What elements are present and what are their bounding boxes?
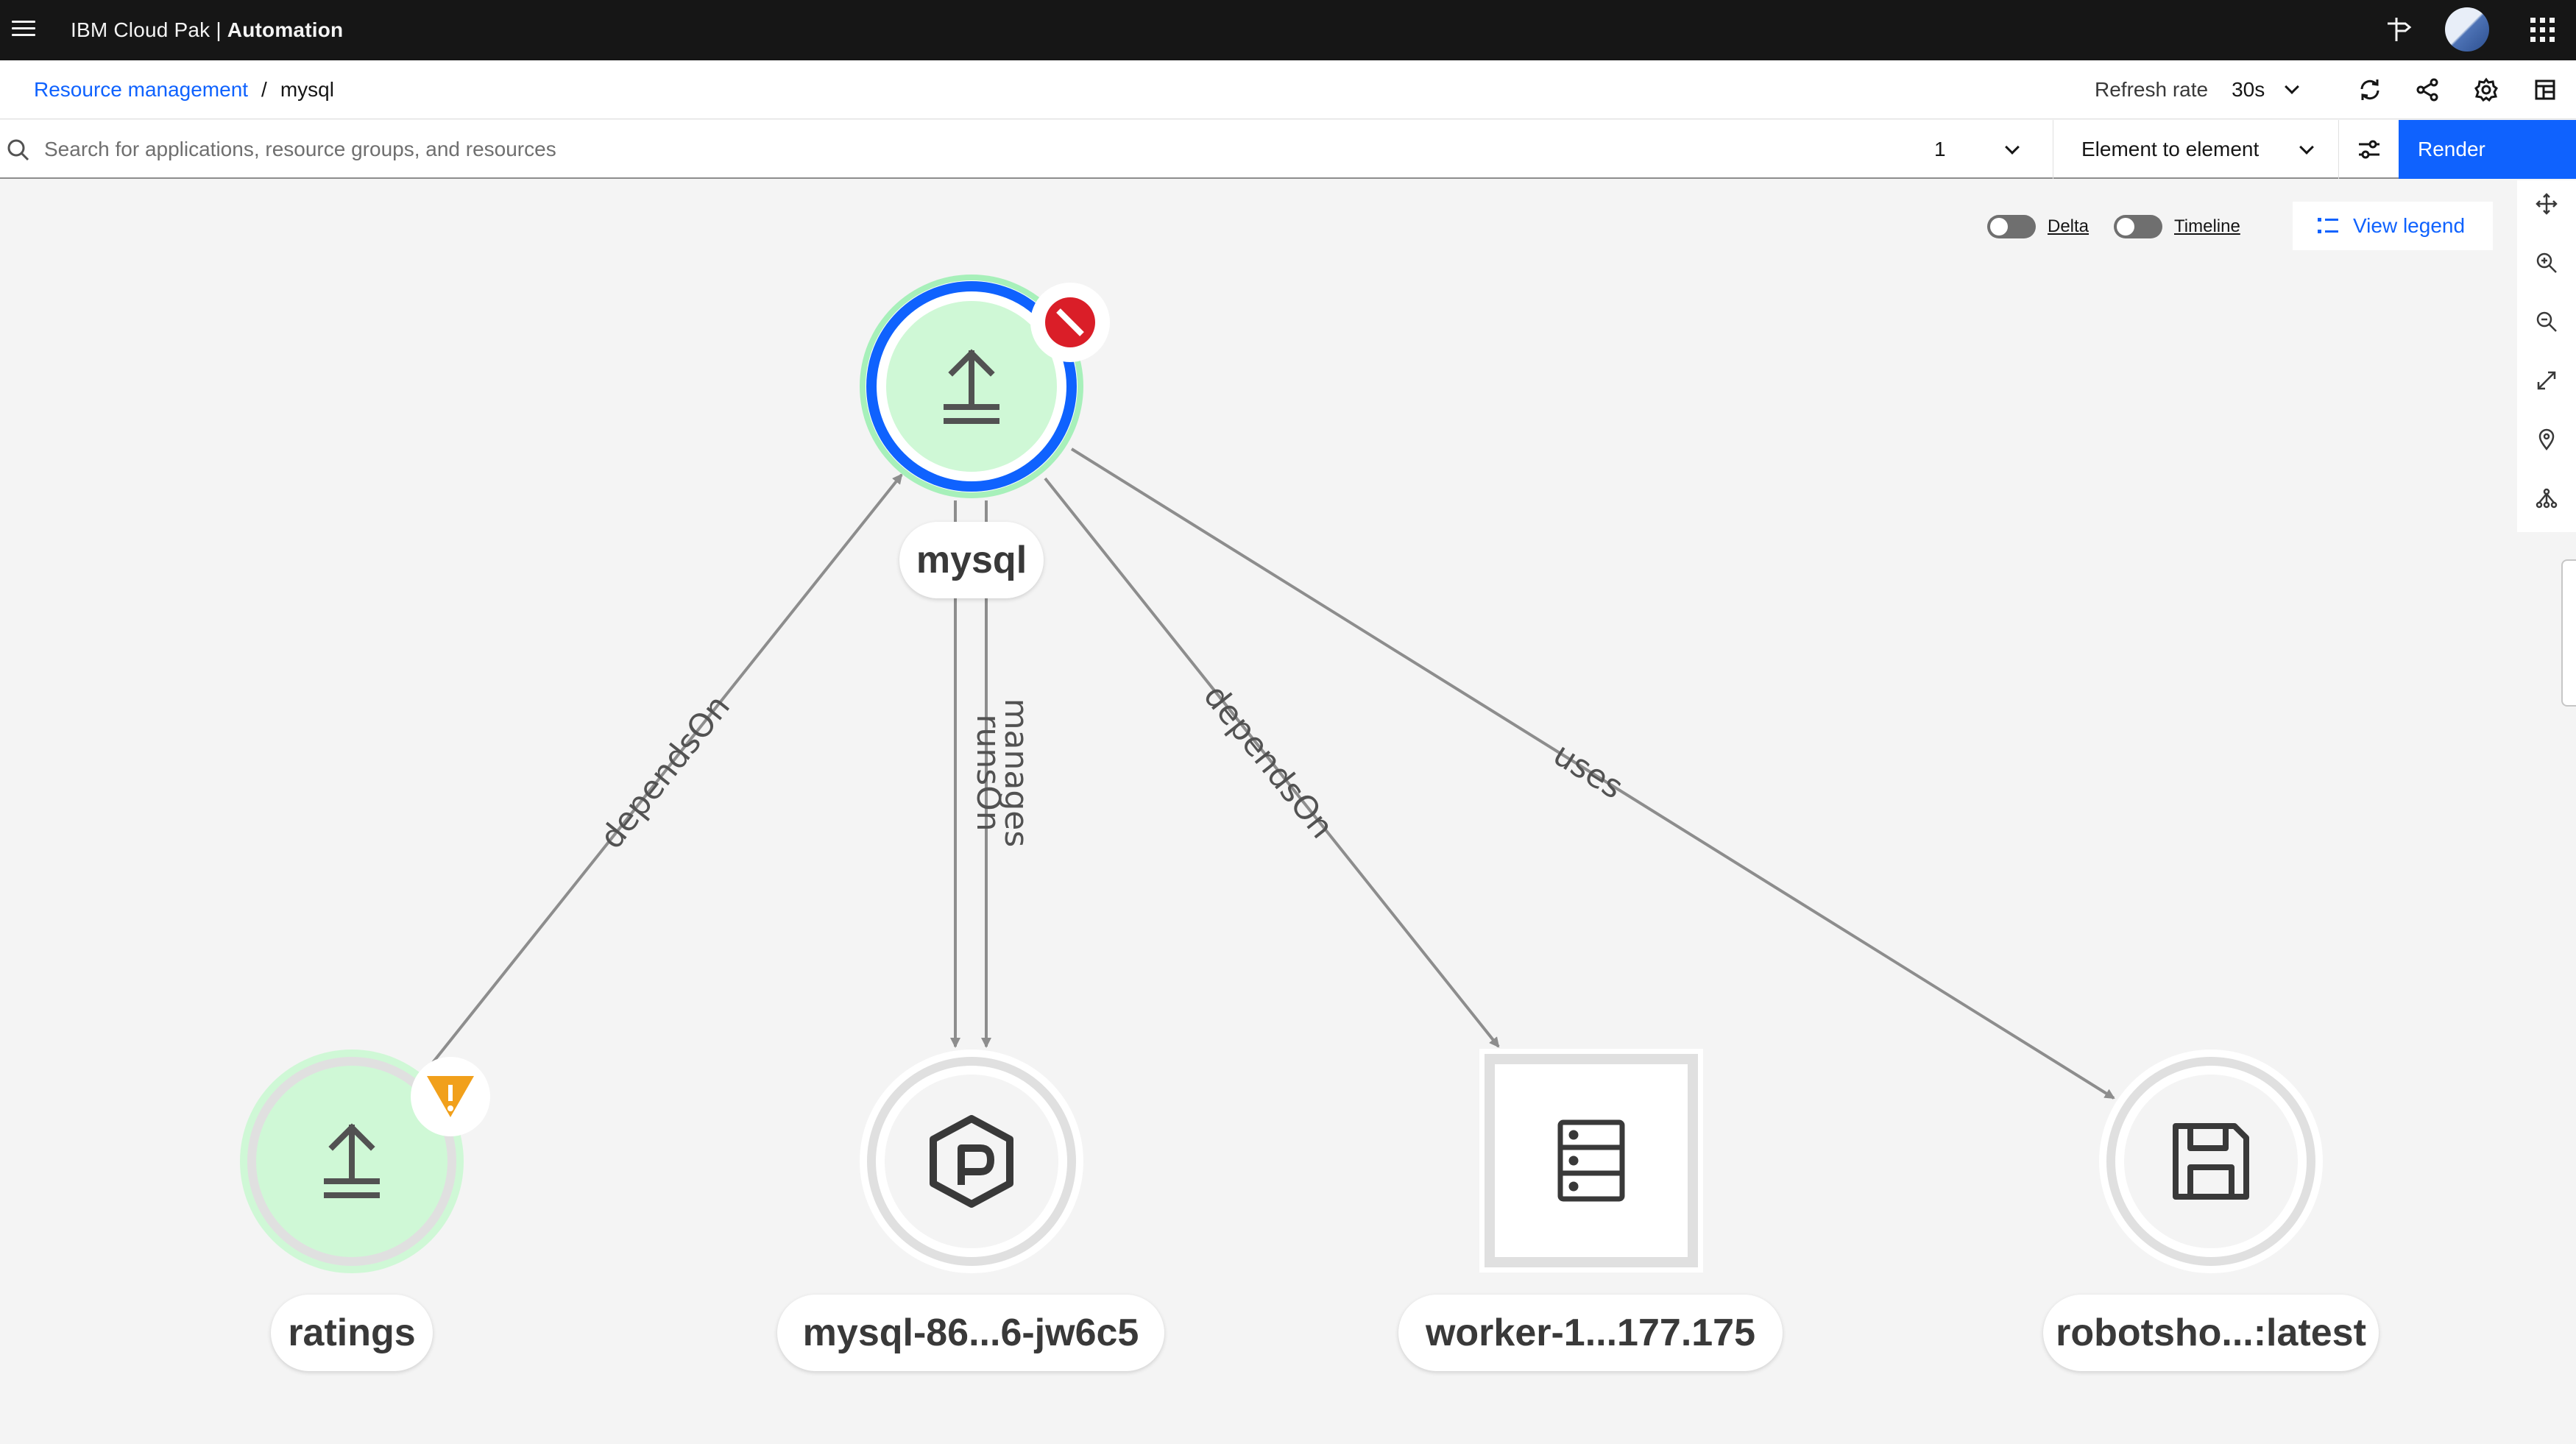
brand-product: Automation	[227, 18, 344, 41]
topology-canvas[interactable]: dependsOn runsOn manages dependsOn uses	[0, 180, 2576, 1444]
node-label-pod[interactable]: mysql-86...6-jw6c5	[777, 1295, 1164, 1371]
side-panel-handle[interactable]	[2561, 559, 2576, 707]
node-ratings[interactable]	[240, 1050, 490, 1273]
product-brand[interactable]: IBM Cloud Pak | Automation	[71, 0, 343, 60]
hops-select[interactable]: 1	[1914, 120, 2053, 179]
list-icon	[2318, 218, 2338, 233]
node-worker[interactable]	[1479, 1049, 1703, 1273]
delta-toggle-group: Delta	[1987, 213, 2089, 240]
edge-label-pod-manages: manages	[997, 698, 1035, 848]
brand-prefix: IBM Cloud Pak |	[71, 18, 227, 41]
breadcrumb-bar: Resource management / mysql Refresh rate…	[0, 60, 2576, 119]
zoom-in-icon[interactable]	[2524, 241, 2569, 285]
timeline-toggle-group: Timeline	[2114, 213, 2240, 240]
node-image[interactable]	[2099, 1050, 2323, 1273]
node-label-worker[interactable]: worker-1...177.175	[1398, 1295, 1783, 1371]
breadcrumb: Resource management / mysql	[34, 60, 334, 119]
edge-label-image-uses: uses	[1546, 735, 1630, 807]
refresh-rate-select[interactable]: 30s	[2232, 78, 2300, 102]
location-pin-icon[interactable]	[2524, 417, 2569, 461]
node-mysql[interactable]	[860, 275, 1110, 498]
delta-label[interactable]: Delta	[2048, 216, 2089, 237]
refresh-rate-label: Refresh rate	[2095, 78, 2209, 101]
timeline-label[interactable]: Timeline	[2174, 216, 2240, 237]
critical-status-icon	[1030, 283, 1110, 362]
breadcrumb-current: mysql	[280, 78, 334, 101]
search-input[interactable]	[44, 127, 1884, 171]
layout-panel-icon[interactable]	[2523, 68, 2567, 112]
refresh-rate: Refresh rate 30s	[2095, 60, 2300, 119]
sliders-icon	[2359, 140, 2379, 159]
edge-label-ratings-depends: dependsOn	[592, 688, 737, 856]
pan-icon[interactable]	[2524, 182, 2569, 226]
hop-type-value: Element to element	[2081, 138, 2260, 160]
breadcrumb-resource-management[interactable]: Resource management	[34, 78, 248, 102]
topology-graph: dependsOn runsOn manages dependsOn uses	[240, 275, 2323, 1273]
node-label-image[interactable]: robotsho...:latest	[2043, 1295, 2379, 1371]
chevron-down-icon	[2005, 140, 2020, 155]
hop-type-select[interactable]: Element to element	[2055, 120, 2339, 179]
topology-layout-icon[interactable]	[2524, 476, 2569, 520]
app-switcher-icon[interactable]	[2520, 7, 2564, 52]
warning-status-icon	[411, 1057, 490, 1136]
canvas-tool-rail	[2517, 180, 2576, 532]
delta-toggle[interactable]	[1987, 215, 2036, 238]
signpost-icon[interactable]	[2376, 7, 2420, 52]
chevron-down-icon	[2299, 140, 2314, 155]
menu-icon[interactable]	[7, 12, 40, 44]
chevron-down-icon	[2285, 79, 2300, 94]
breadcrumb-separator: /	[261, 78, 267, 101]
refresh-rate-value: 30s	[2232, 78, 2265, 101]
refresh-icon[interactable]	[2348, 68, 2392, 112]
view-legend-label: View legend	[2353, 214, 2466, 237]
user-avatar[interactable]	[2445, 7, 2489, 52]
topology-search-bar: 1 Element to element Render	[0, 120, 2576, 179]
node-label-ratings[interactable]: ratings	[271, 1295, 433, 1371]
settings-gear-icon[interactable]	[2464, 68, 2508, 112]
fit-to-screen-icon[interactable]	[2524, 358, 2569, 403]
node-label-mysql[interactable]: mysql	[899, 522, 1044, 598]
zoom-out-icon[interactable]	[2524, 300, 2569, 344]
top-header: IBM Cloud Pak | Automation	[0, 0, 2576, 60]
timeline-toggle[interactable]	[2114, 215, 2162, 238]
share-icon[interactable]	[2405, 68, 2449, 112]
filter-settings-button[interactable]	[2340, 120, 2398, 179]
node-pod[interactable]	[860, 1050, 1083, 1273]
view-legend-button[interactable]: View legend	[2293, 202, 2493, 250]
render-button[interactable]: Render	[2399, 120, 2576, 179]
edge-label-worker-depends: dependsOn	[1196, 678, 1341, 846]
hops-value: 1	[1934, 138, 1946, 160]
search-icon	[7, 139, 29, 161]
